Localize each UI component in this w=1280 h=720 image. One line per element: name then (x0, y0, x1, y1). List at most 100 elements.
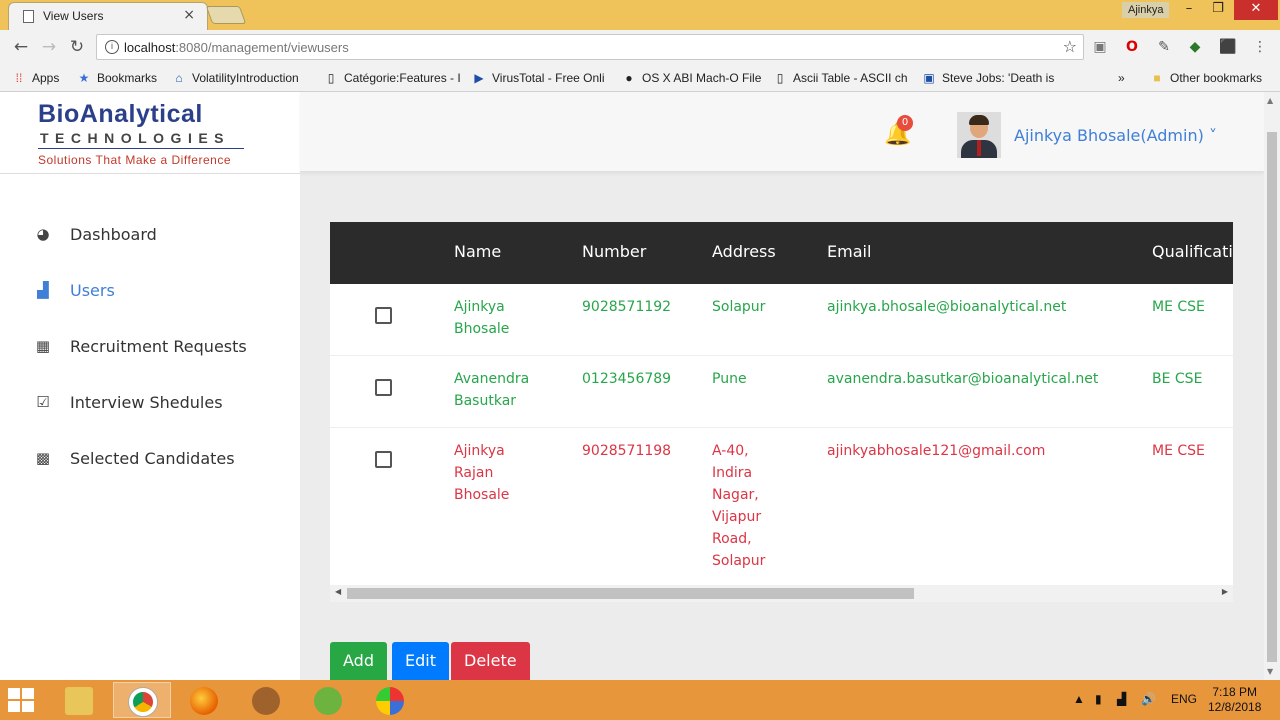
extension-icon[interactable]: ▣ (1091, 38, 1109, 56)
monkey-app-icon[interactable] (237, 682, 295, 718)
row-checkbox[interactable] (375, 307, 392, 324)
sidebar-item-recruitment-requests[interactable]: ▦ Recruitment Requests (34, 334, 247, 358)
new-tab-button[interactable] (205, 6, 247, 24)
scroll-right-icon[interactable]: ▶ (1222, 587, 1228, 596)
scrollbar-thumb[interactable] (347, 588, 914, 599)
scrollbar-thumb[interactable] (1267, 132, 1277, 662)
virustotal-icon: ▶ (474, 71, 484, 85)
close-window-icon[interactable]: ✕ (1234, 0, 1278, 20)
page-viewport: BioAnalytical TECHNOLOGIES Solutions Tha… (0, 92, 1264, 680)
profile-chip[interactable]: Ajinkya (1122, 2, 1170, 18)
sidebar-item-label: Recruitment Requests (70, 336, 247, 356)
forward-arrow-icon[interactable]: → (38, 36, 60, 58)
scroll-left-icon[interactable]: ◀ (335, 587, 341, 596)
table-header: Name Number Address Email Qualificati (330, 222, 1233, 284)
checkbox-icon: ☑ (36, 393, 50, 411)
browser-tab-strip: View Users × Ajinkya – ❐ ✕ (0, 0, 1280, 30)
minimize-icon[interactable]: – (1174, 0, 1204, 20)
volume-icon[interactable]: 🔊 (1141, 692, 1156, 706)
bookmark-star-icon[interactable]: ☆ (1063, 37, 1077, 56)
logo-main-text: BioAnalytical (38, 100, 203, 128)
delete-button[interactable]: Delete (451, 642, 530, 680)
sidebar-item-selected-candidates[interactable]: ▩ Selected Candidates (34, 446, 235, 470)
cell-address: Solapur (712, 299, 766, 315)
table-horizontal-scrollbar[interactable]: ◀ ▶ (330, 585, 1233, 602)
scroll-up-icon[interactable]: ▲ (1267, 96, 1273, 105)
tray-expand-icon[interactable]: ▲ (1073, 692, 1085, 706)
cell-qualification: BE CSE (1152, 371, 1203, 387)
avatar[interactable] (957, 112, 1001, 158)
sidebar-item-users[interactable]: ▟ Users (34, 278, 115, 302)
network-icon[interactable]: ▟ (1117, 692, 1126, 706)
scroll-down-icon[interactable]: ▼ (1267, 667, 1273, 676)
sidebar-item-interview-shedules[interactable]: ☑ Interview Shedules (34, 390, 222, 414)
logo[interactable]: BioAnalytical TECHNOLOGIES Solutions Tha… (0, 92, 300, 174)
eyedropper-icon[interactable]: ✎ (1155, 38, 1173, 56)
taskbar: ▲ ▮ ▟ 🔊 ENG 7:18 PM 12/8/2018 (0, 680, 1280, 720)
cell-address: Pune (712, 371, 747, 387)
kebab-menu-icon[interactable]: ⋮ (1251, 38, 1269, 56)
windows-start-icon[interactable] (8, 688, 38, 714)
row-checkbox[interactable] (375, 451, 392, 468)
column-header-email[interactable]: Email (827, 242, 871, 261)
row-checkbox[interactable] (375, 379, 392, 396)
table-row[interactable]: Ajinkya Bhosale 9028571192 Solapur ajink… (330, 284, 1233, 356)
cell-name: Ajinkya Bhosale (454, 299, 510, 337)
column-header-name[interactable]: Name (454, 242, 501, 261)
calendar-icon: ▩ (35, 449, 51, 467)
sidebar-item-dashboard[interactable]: ◕ Dashboard (34, 222, 156, 246)
bookmark-bookmarks[interactable]: ★ Bookmarks (77, 71, 157, 85)
column-header-number[interactable]: Number (582, 242, 646, 261)
bookmarks-overflow[interactable]: » (1118, 71, 1125, 85)
column-header-qualification[interactable]: Qualificati (1152, 242, 1233, 261)
opera-icon[interactable]: O (1123, 38, 1141, 56)
chrome-icon[interactable] (113, 682, 171, 718)
language-indicator[interactable]: ENG (1171, 692, 1197, 706)
info-icon[interactable]: i (105, 40, 119, 54)
reload-icon[interactable]: ↻ (66, 36, 88, 58)
chevron-down-icon: ˅ (1208, 126, 1217, 145)
close-tab-icon[interactable]: × (183, 7, 195, 23)
table-row[interactable]: Avanendra Basutkar 0123456789 Pune avane… (330, 356, 1233, 428)
g-icon: ▣ (923, 71, 935, 85)
table-icon: ▦ (35, 337, 51, 355)
user-menu[interactable]: Ajinkya Bhosale(Admin) ˅ (1014, 126, 1217, 145)
page-icon (23, 10, 34, 23)
globe-extension-icon[interactable]: ◆ (1186, 38, 1204, 56)
bookmark-steve-jobs[interactable]: ▣ Steve Jobs: 'Death is (922, 71, 1054, 85)
browser-toolbar: ← → ↻ i localhost:8080/management/viewus… (0, 30, 1280, 64)
column-header-address[interactable]: Address (712, 242, 776, 261)
bookmark-macho[interactable]: ● OS X ABI Mach-O File (622, 71, 761, 85)
tab-view-users[interactable]: View Users × (8, 2, 208, 30)
paint-icon[interactable] (361, 682, 419, 718)
battery-icon[interactable]: ▮ (1095, 692, 1102, 706)
edit-button[interactable]: Edit (392, 642, 449, 680)
bookmark-ascii[interactable]: ▯ Ascii Table - ASCII ch (773, 71, 908, 85)
url-text[interactable]: localhost:8080/management/viewusers (124, 40, 349, 55)
page-vertical-scrollbar[interactable]: ▲ ▼ (1264, 92, 1280, 680)
add-button[interactable]: Add (330, 642, 387, 680)
bookmark-categorie[interactable]: ▯ Catégorie:Features - I (324, 71, 461, 85)
sidebar-item-label: Users (70, 280, 115, 300)
back-arrow-icon[interactable]: ← (10, 36, 32, 58)
table-row[interactable]: Ajinkya Rajan Bhosale 9028571198 A-40, I… (330, 428, 1233, 588)
address-bar[interactable]: i localhost:8080/management/viewusers ☆ (96, 34, 1084, 60)
page-icon: ⌂ (175, 71, 183, 85)
bookmark-volatility[interactable]: ⌂ VolatilityIntroduction (172, 71, 298, 85)
tab-title: View Users (43, 9, 104, 23)
file-explorer-icon[interactable] (50, 682, 108, 718)
dashboard-gauge-icon: ◕ (36, 225, 50, 243)
star-icon: ★ (78, 71, 90, 85)
maximize-icon[interactable]: ❐ (1203, 0, 1233, 20)
firefox-icon[interactable] (175, 682, 233, 718)
cell-name: Ajinkya Rajan Bhosale (454, 443, 510, 503)
bookmark-apps[interactable]: ⁞⁞ Apps (12, 71, 60, 85)
bookmark-other[interactable]: ■ Other bookmarks (1150, 71, 1262, 85)
logo-sub-text: TECHNOLOGIES (40, 130, 231, 146)
bookmark-virustotal[interactable]: ▶ VirusTotal - Free Onli (472, 71, 604, 85)
spring-tool-icon[interactable] (299, 682, 357, 718)
pdf-icon[interactable]: ⬛ (1219, 38, 1237, 56)
top-header: 🔔 0 Ajinkya Bhosale(Admin) ˅ (300, 92, 1264, 172)
cell-number: 9028571198 (582, 443, 672, 459)
clock[interactable]: 7:18 PM 12/8/2018 (1208, 685, 1261, 715)
